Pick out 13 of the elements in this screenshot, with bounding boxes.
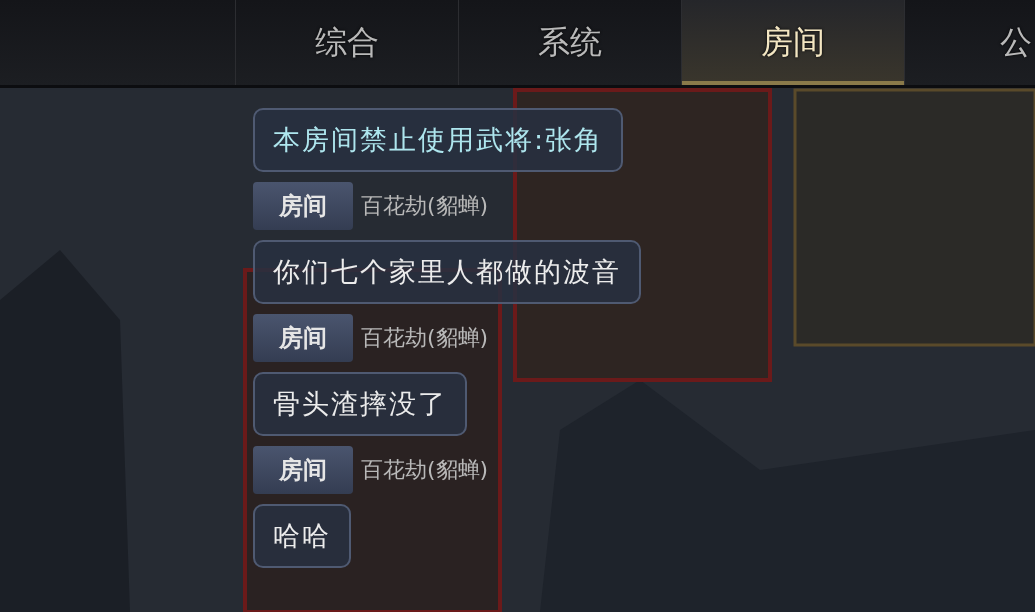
- tab[interactable]: 综合: [235, 0, 458, 85]
- tab[interactable]: 房间: [681, 0, 904, 85]
- channel-badge: 房间: [253, 446, 353, 494]
- chat-message: 本房间禁止使用武将:张角: [253, 108, 624, 172]
- chat-message: 骨头渣摔没了: [253, 372, 467, 436]
- sender-name: 百花劫(貂蝉): [361, 324, 489, 352]
- tab[interactable]: 公: [904, 0, 1035, 85]
- chat-message: 你们七个家里人都做的波音: [253, 240, 641, 304]
- sender-name: 百花劫(貂蝉): [361, 456, 489, 484]
- sender-name: 百花劫(貂蝉): [361, 192, 489, 220]
- channel-badge: 房间: [253, 314, 353, 362]
- channel-badge: 房间: [253, 182, 353, 230]
- chat-message: 哈哈: [253, 504, 351, 568]
